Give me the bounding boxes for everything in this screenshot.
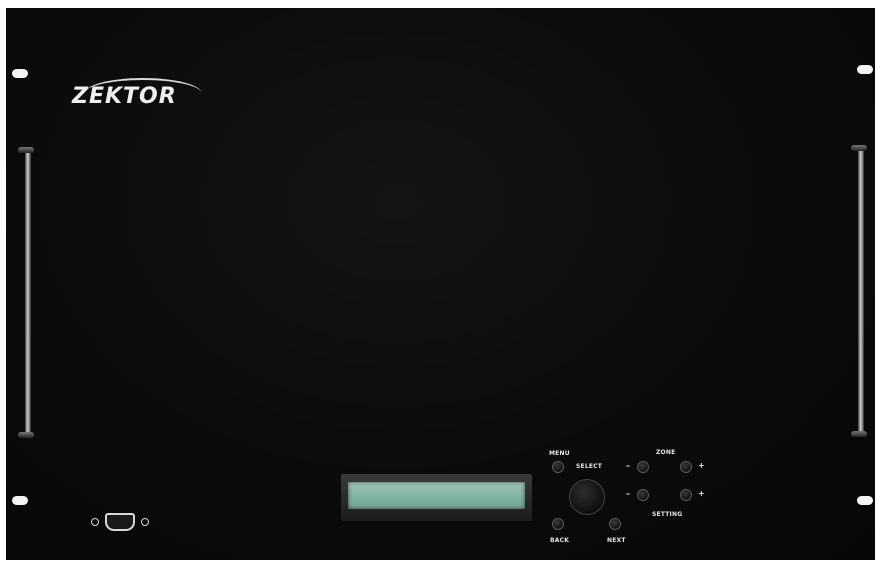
setting-minus-symbol: –	[626, 489, 631, 498]
select-knob[interactable]	[569, 479, 605, 515]
zone-plus-button[interactable]	[680, 461, 692, 473]
back-label: BACK	[550, 537, 570, 544]
zektor-logo: ZEKTOR	[66, 78, 216, 112]
zone-minus-symbol: –	[626, 461, 631, 470]
rack-slot-top-left	[12, 69, 28, 78]
right-handle[interactable]	[851, 145, 867, 437]
next-button[interactable]	[609, 518, 621, 530]
rack-slot-top-right	[857, 65, 873, 74]
lcd-screen	[348, 482, 525, 509]
rack-slot-bottom-right	[857, 496, 873, 505]
setting-plus-button[interactable]	[680, 489, 692, 501]
setting-plus-symbol: +	[698, 489, 705, 498]
rack-slot-bottom-left	[12, 496, 28, 505]
lcd-display	[341, 474, 532, 521]
zone-plus-symbol: +	[698, 461, 705, 470]
back-button[interactable]	[552, 518, 564, 530]
setting-label: SETTING	[652, 511, 683, 518]
menu-button[interactable]	[552, 461, 564, 473]
zone-label: ZONE	[656, 449, 676, 456]
setting-minus-button[interactable]	[637, 489, 649, 501]
next-label: NEXT	[607, 537, 626, 544]
zone-minus-button[interactable]	[637, 461, 649, 473]
serial-port-icon	[91, 513, 149, 531]
logo-text: ZEKTOR	[72, 84, 177, 109]
left-handle[interactable]	[18, 147, 34, 438]
menu-label: MENU	[549, 450, 570, 457]
select-label: SELECT	[576, 463, 603, 470]
